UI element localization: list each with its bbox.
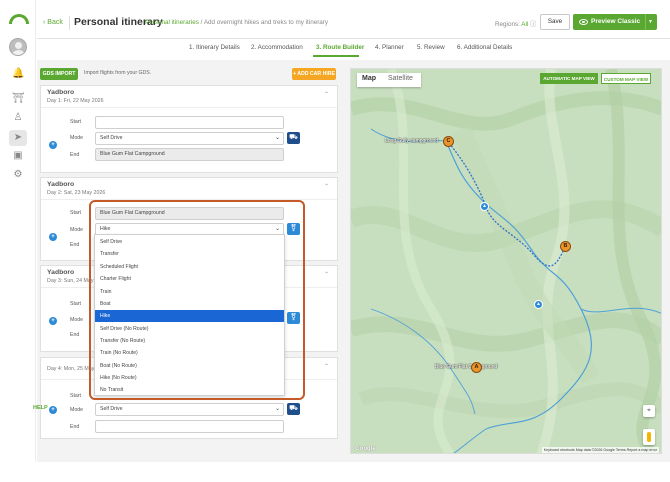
eye-icon bbox=[579, 19, 588, 25]
car-icon[interactable]: ⛟ bbox=[287, 403, 300, 415]
add-stop-button[interactable]: + bbox=[49, 406, 57, 414]
hike-pin-icon[interactable]: ▲ bbox=[534, 300, 543, 309]
start-label: Start bbox=[70, 210, 81, 216]
send-icon[interactable]: ➤ bbox=[9, 130, 27, 146]
day-card-header[interactable]: Yadboro Day 1: Fri, 22 May 2026 ⌃ bbox=[41, 86, 337, 108]
mode-select[interactable]: Self Drive ⌄ bbox=[95, 403, 284, 416]
map-attribution[interactable]: Keyboard shortcuts Map data ©2026 Google… bbox=[541, 447, 659, 453]
end-input[interactable] bbox=[95, 420, 284, 433]
end-label: End bbox=[70, 332, 80, 338]
preview-classic-button[interactable]: Preview Classic ▼ bbox=[573, 14, 657, 30]
breadcrumb-description: Add overnight hikes and treks to my itin… bbox=[203, 19, 329, 26]
help-tab[interactable]: HELP bbox=[33, 405, 48, 411]
header-divider bbox=[37, 38, 670, 39]
image-icon[interactable]: ▣ bbox=[12, 150, 24, 162]
page-header: ‹ Back Personal itinerary Personal itine… bbox=[37, 8, 670, 36]
automatic-map-view-button[interactable]: AUTOMATIC MAP VIEW bbox=[540, 73, 598, 84]
day-card: Yadboro Day 1: Fri, 22 May 2026 ⌃ Start … bbox=[40, 85, 338, 173]
end-label: End bbox=[70, 152, 80, 158]
back-label: Back bbox=[47, 19, 63, 26]
gds-import-button[interactable]: GDS IMPORT bbox=[40, 68, 78, 80]
chevron-up-icon[interactable]: ⌃ bbox=[324, 363, 329, 370]
tab-map[interactable]: Map bbox=[362, 75, 376, 82]
step-route-builder[interactable]: 3. Route Builder bbox=[316, 44, 364, 51]
map-type-tabs: Map Satellite bbox=[357, 73, 421, 87]
mode-label: Mode bbox=[70, 227, 83, 233]
add-stop-button[interactable]: + bbox=[49, 233, 57, 241]
save-button[interactable]: Save bbox=[540, 14, 570, 30]
gear-icon[interactable]: ⚙ bbox=[12, 169, 24, 181]
car-icon[interactable]: ⛟ bbox=[287, 132, 300, 144]
step-itinerary-details[interactable]: 1. Itinerary Details bbox=[189, 44, 240, 51]
hike-pin-icon[interactable]: ▲ bbox=[480, 202, 489, 211]
users-icon[interactable]: ♙ bbox=[12, 112, 24, 124]
marker-b[interactable]: B bbox=[560, 241, 571, 252]
regions-label: Regions: bbox=[495, 21, 520, 28]
start-label: Start bbox=[70, 119, 81, 125]
gds-import-hint: Import flights from your GDS. bbox=[84, 70, 152, 76]
breadcrumb-link[interactable]: Personal itineraries bbox=[145, 19, 199, 26]
marker-a[interactable]: A bbox=[471, 362, 482, 373]
end-label: End bbox=[70, 242, 80, 248]
route-map[interactable]: Map Satellite AUTOMATIC MAP VIEW CUSTOM … bbox=[350, 68, 662, 454]
wizard-steps: 1. Itinerary Details 2. Accommodation 3.… bbox=[37, 42, 670, 57]
day-title: Yadboro bbox=[47, 89, 75, 96]
app-window: 🔔 ⛩ ♙ ➤ ▣ ⚙ ‹ Back Personal itinerary Pe… bbox=[0, 0, 670, 482]
day-date: Day 1: Fri, 22 May 2026 bbox=[47, 98, 104, 104]
google-logo: Google bbox=[355, 446, 376, 452]
mode-label: Mode bbox=[70, 317, 83, 323]
place-label: Blue Gum Flat Campground bbox=[435, 364, 498, 370]
avatar[interactable] bbox=[9, 38, 27, 56]
add-car-hire-button[interactable]: + ADD CAR HIRE bbox=[292, 68, 336, 80]
day-title: Yadboro bbox=[47, 181, 75, 188]
custom-map-view-button[interactable]: CUSTOM MAP VIEW bbox=[601, 73, 651, 84]
info-icon: ⓘ bbox=[530, 21, 537, 28]
start-label: Start bbox=[70, 393, 81, 399]
logo bbox=[9, 14, 29, 24]
street-view-icon[interactable] bbox=[643, 429, 655, 445]
bank-icon[interactable]: ⛩ bbox=[12, 93, 25, 105]
active-step-underline bbox=[313, 55, 359, 57]
add-stop-button[interactable]: + bbox=[49, 317, 57, 325]
map-footer: Google Keyboard shortcuts Map data ©2026… bbox=[351, 445, 661, 453]
chevron-up-icon[interactable]: ⌃ bbox=[324, 91, 329, 98]
mode-select[interactable]: Self Drive ⌄ bbox=[95, 132, 284, 145]
start-input[interactable] bbox=[95, 116, 284, 129]
divider bbox=[69, 16, 70, 30]
preview-label: Preview Classic bbox=[591, 18, 641, 25]
breadcrumb: Personal itineraries / Add overnight hik… bbox=[145, 19, 328, 26]
place-label: Long Gully campground bbox=[385, 138, 439, 144]
end-input[interactable]: Blue Gum Flat Campground bbox=[95, 148, 284, 161]
add-stop-button[interactable]: + bbox=[49, 141, 57, 149]
left-rail: 🔔 ⛩ ♙ ➤ ▣ ⚙ bbox=[0, 0, 36, 462]
day-card-header[interactable]: Yadboro Day 2: Sat, 23 May 2026 ⌃ bbox=[41, 178, 337, 200]
back-link[interactable]: ‹ Back bbox=[43, 19, 63, 26]
fullscreen-icon[interactable]: ⌖ bbox=[643, 405, 655, 417]
day-date: Day 2: Sat, 23 May 2026 bbox=[47, 190, 106, 196]
chevron-up-icon[interactable]: ⌃ bbox=[324, 183, 329, 190]
marker-c[interactable]: C bbox=[443, 136, 454, 147]
chevron-down-icon: ⌄ bbox=[274, 135, 280, 141]
step-additional-details[interactable]: 6. Additional Details bbox=[457, 44, 512, 51]
end-label: End bbox=[70, 424, 80, 430]
day-title: Yadboro bbox=[47, 269, 75, 276]
mode-label: Mode bbox=[70, 407, 83, 413]
highlight-annotation bbox=[89, 200, 305, 400]
chevron-up-icon[interactable]: ⌃ bbox=[324, 271, 329, 278]
mode-label: Mode bbox=[70, 135, 83, 141]
chevron-down-icon: ⌄ bbox=[274, 406, 280, 412]
mode-value: Self Drive bbox=[100, 135, 123, 141]
chevron-down-icon[interactable]: ▼ bbox=[648, 14, 653, 30]
terrain-layer bbox=[351, 69, 661, 453]
mode-value: Self Drive bbox=[100, 406, 123, 412]
regions-filter[interactable]: Regions: All ⓘ bbox=[495, 19, 536, 28]
tab-satellite[interactable]: Satellite bbox=[388, 75, 413, 82]
button-divider bbox=[645, 14, 646, 30]
start-label: Start bbox=[70, 301, 81, 307]
regions-value: All bbox=[521, 21, 529, 28]
step-review[interactable]: 5. Review bbox=[417, 44, 445, 51]
step-accommodation[interactable]: 2. Accommodation bbox=[251, 44, 303, 51]
step-planner[interactable]: 4. Planner bbox=[375, 44, 404, 51]
bell-icon[interactable]: 🔔 bbox=[12, 68, 24, 80]
